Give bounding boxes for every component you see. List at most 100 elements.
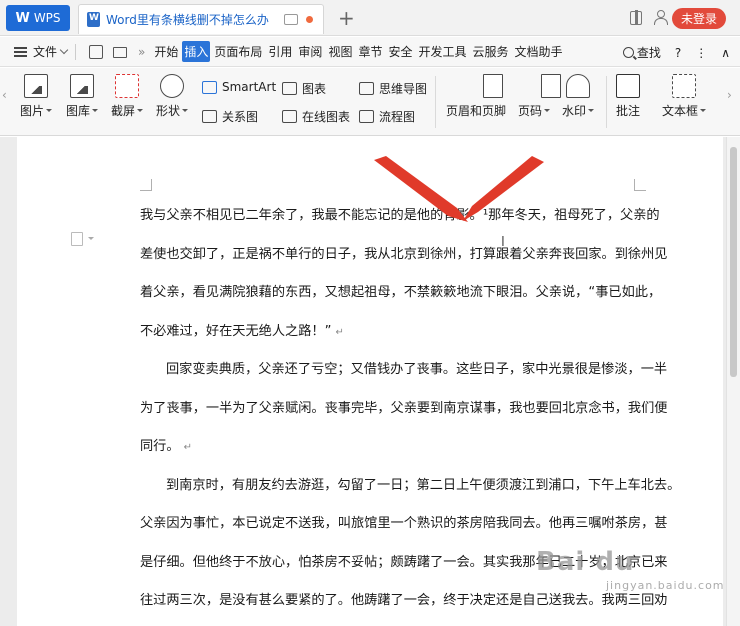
document-tab-title: Word里有条横线删不掉怎么办 [106,13,269,27]
relation-chart-icon [202,110,217,123]
collapse-ribbon-icon[interactable]: ∧ [721,46,730,60]
text-line: 差使也交卸了，正是祸不单行的日子，我从北京到徐州，打算跟着父亲奔丧回家。到徐州见 [140,246,668,262]
text-line: 父亲因为事忙，本已说定不送我，叫旅馆里一个熟识的茶房陪我同去。他再三嘱咐茶房，甚 [140,516,668,531]
watermark-icon [566,74,590,98]
insert-picture-label: 图片 [20,102,52,119]
shapes-button[interactable]: 形状 [156,74,188,119]
textbox-icon [672,74,696,98]
document-tab[interactable]: Word里有条横线删不掉怎么办 [78,4,324,34]
bar-chart-icon [282,82,297,95]
title-tab-bar: W WPS Word里有条横线删不掉怎么办 + 未登录 [0,0,740,36]
wps-logo-icon: W [15,10,30,26]
watermark-button[interactable]: 水印 [562,74,594,119]
online-chart-button[interactable]: 在线图表 [282,108,350,125]
ribbon-scroll-right-icon[interactable]: › [727,88,737,114]
menu-divider [75,43,77,60]
print-icon[interactable] [113,47,128,58]
header-footer-button[interactable]: 页眉和页脚 [446,74,506,119]
mindmap-button[interactable]: 思维导图 [359,80,427,97]
scrollbar-thumb[interactable] [730,147,737,377]
flowchart-button[interactable]: 流程图 [359,108,415,125]
search-icon [622,47,634,58]
ribbon-divider [606,76,607,128]
chart-label: 图表 [302,82,327,96]
flowchart-label: 流程图 [379,110,416,124]
smartart-icon [202,80,217,94]
file-menu-label: 文件 [33,45,58,59]
arrow-left-icon [374,156,468,222]
arrow-right-icon [463,156,544,221]
tab-insert[interactable]: 插入 [182,41,211,62]
relation-chart-button[interactable]: 关系图 [202,108,258,125]
hamburger-icon[interactable] [14,46,27,57]
file-menu[interactable]: 文件 [33,43,69,60]
text-line: 着父亲，看见满院狼藉的东西，又想起祖母，不禁簌簌地流下眼泪。父亲说，“事已如此， [140,285,662,300]
find-label: 查找 [636,46,661,60]
tab-doc-assistant[interactable]: 文档助手 [513,41,565,62]
main-menu-bar: 文件 » 开始 插入 页面布局 引用 审阅 视图 章节 安全 开发工具 云服务 … [0,37,740,67]
online-chart-icon [282,110,297,123]
online-chart-label: 在线图表 [302,110,351,124]
tab-cloud[interactable]: 云服务 [471,41,511,62]
mindmap-label: 思维导图 [379,82,428,96]
help-button[interactable]: ? [675,46,681,60]
shapes-label: 形状 [156,102,188,119]
baidu-watermark: Bai du jingyan.baidu.com [536,547,724,592]
tab-section[interactable]: 章节 [356,41,384,62]
text-line: 回家变卖典质，父亲还了亏空；又借钱办了丧事。这些日子，家中光景很是惨淡，一半 [166,362,668,377]
user-icon[interactable] [654,10,668,25]
tab-view[interactable]: 视图 [326,41,354,62]
screenshot-crop-icon [115,74,139,98]
screenshot-label: 截屏 [111,102,143,119]
menu-right-tools: 查找 ? ⋮ ∧ [622,44,730,61]
flowchart-icon [359,110,374,123]
textbox-label: 文本框 [662,102,706,119]
insert-ribbon: ‹ 图片 图库 截屏 形状 SmartArt 关系图 图表 在线图表 思维导图 … [0,68,740,136]
word-doc-icon [87,12,100,27]
text-segment: 同行。 [140,439,180,454]
annotation-arrows [374,156,544,222]
gallery-icon [70,74,94,98]
page-corner-mark [634,179,646,191]
tab-security[interactable]: 安全 [386,41,414,62]
more-quick-tools-icon[interactable]: » [138,45,145,59]
screenshot-button[interactable]: 截屏 [111,74,143,119]
textbox-button[interactable]: 文本框 [662,74,706,119]
wps-label: WPS [33,11,61,25]
mindmap-icon [359,82,374,95]
more-options-icon[interactable]: ⋮ [695,46,707,60]
monitor-icon[interactable] [284,14,298,25]
save-icon[interactable] [89,44,104,59]
header-footer-label: 页眉和页脚 [446,104,507,118]
page-number-icon [541,74,561,98]
insert-picture-button[interactable]: 图片 [20,74,52,119]
comment-button[interactable]: 批注 [616,74,640,119]
vertical-scrollbar[interactable] [726,137,740,626]
tab-home[interactable]: 开始 [152,41,180,62]
page-number-button[interactable]: 页码 [518,74,561,119]
gallery-button[interactable]: 图库 [66,74,98,119]
tab-references[interactable]: 引用 [266,41,294,62]
header-footer-icon [483,74,503,98]
ribbon-divider [435,76,436,128]
smartart-button[interactable]: SmartArt [202,80,276,94]
chart-button[interactable]: 图表 [282,80,326,97]
wps-menu-button[interactable]: W WPS [6,5,70,31]
window-layout-icon[interactable] [630,10,642,25]
page-corner-mark [140,179,152,191]
comment-icon [616,74,640,98]
chevron-down-icon [59,45,69,55]
unsaved-dot-icon [306,16,313,23]
watermark-label: 水印 [562,102,594,119]
new-tab-button[interactable]: + [338,6,355,30]
comment-label: 批注 [616,104,641,118]
shapes-icon [160,74,184,98]
find-button[interactable]: 查找 [622,44,661,61]
tab-page-layout[interactable]: 页面布局 [212,41,264,62]
login-button[interactable]: 未登录 [672,8,726,29]
tab-review[interactable]: 审阅 [296,41,324,62]
ribbon-scroll-left-icon[interactable]: ‹ [2,88,12,114]
smartart-label: SmartArt [222,80,277,94]
tab-developer[interactable]: 开发工具 [416,41,468,62]
paragraph-layout-icon[interactable] [71,232,94,246]
